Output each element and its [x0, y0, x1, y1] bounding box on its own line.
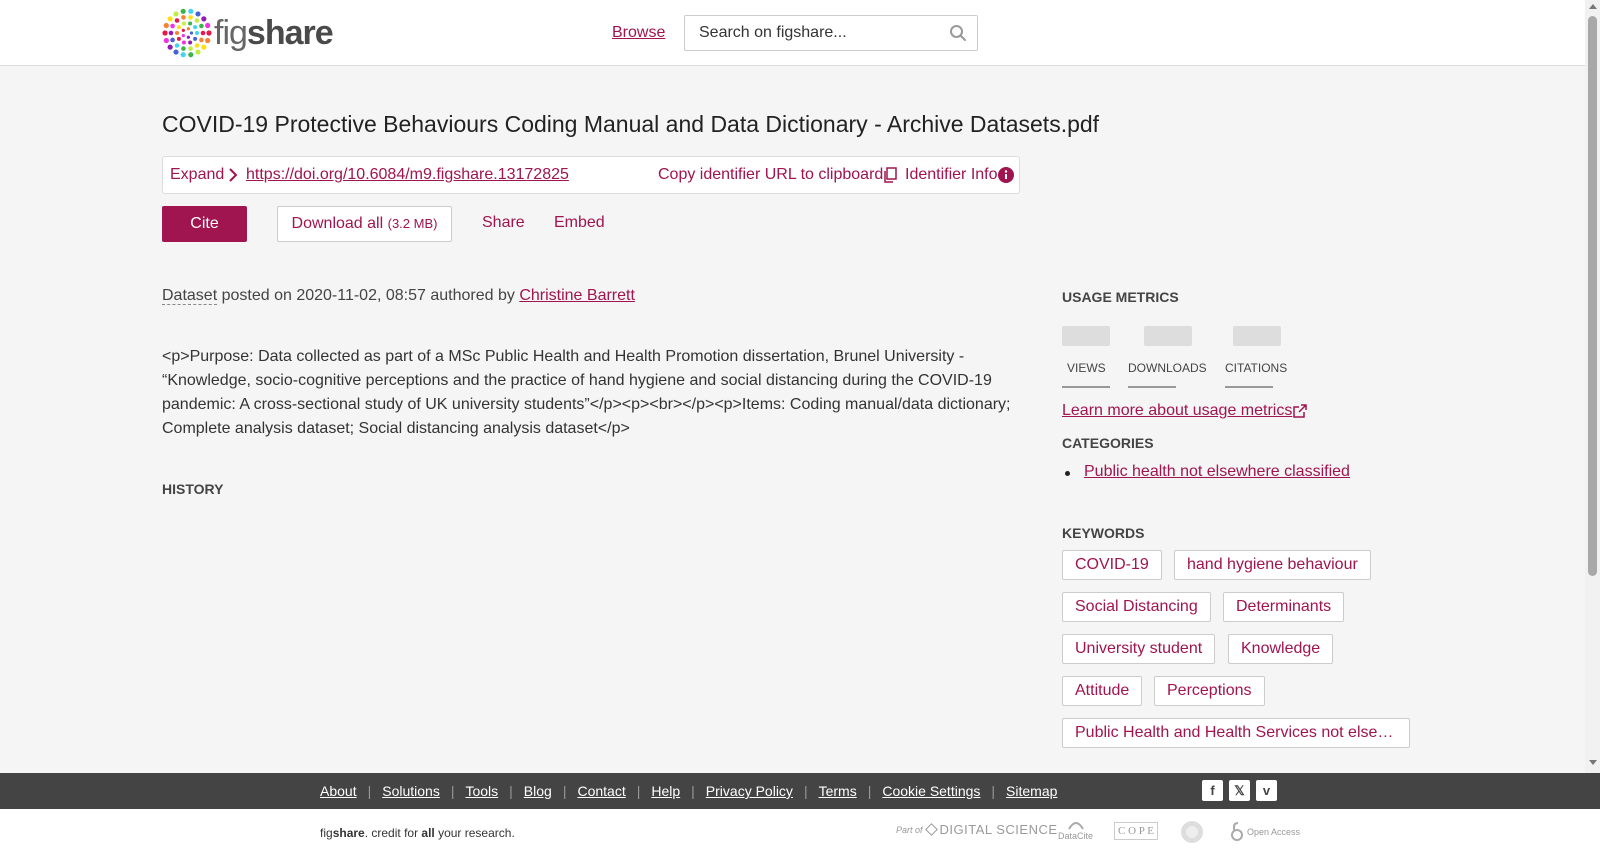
keyword-tag[interactable]: Social Distancing — [1062, 592, 1211, 622]
x-icon[interactable]: 𝕏 — [1229, 780, 1250, 801]
copy-identifier-label: Copy identifier URL to clipboard — [658, 166, 884, 183]
open-access-icon — [1231, 822, 1243, 841]
posted-date: 2020-11-02, 08:57 — [296, 287, 426, 304]
facebook-icon[interactable]: f — [1202, 780, 1223, 801]
identifier-bar: Expand https://doi.org/10.6084/m9.figsha… — [162, 156, 1020, 194]
item-type[interactable]: Dataset — [162, 287, 218, 305]
history-heading: HISTORY — [162, 481, 224, 497]
footer-link-tools[interactable]: Tools — [465, 783, 498, 799]
footer-separator: | — [367, 783, 372, 799]
keywords-heading: KEYWORDS — [1062, 525, 1145, 541]
digital-science-logo[interactable]: Part of DIGITAL SCIENCE — [896, 822, 1058, 837]
datacite-icon — [1067, 822, 1084, 830]
doi-link[interactable]: https://doi.org/10.6084/m9.figshare.1317… — [246, 166, 569, 184]
usage-metrics-heading: USAGE METRICS — [1062, 289, 1179, 305]
copy-icon — [884, 167, 898, 183]
list-bullet — [1065, 471, 1070, 476]
page-scrollbar[interactable] — [1585, 0, 1600, 773]
chevron-right-icon — [229, 168, 238, 182]
footer-tagline: figshare. credit for all your research. — [320, 826, 515, 840]
metric-underline — [1225, 386, 1273, 388]
metric-placeholder-bar — [1233, 326, 1281, 346]
categories-heading: CATEGORIES — [1062, 435, 1154, 451]
keyword-tag[interactable]: Attitude — [1062, 676, 1143, 706]
browse-link[interactable]: Browse — [612, 24, 665, 42]
download-size: (3.2 MB) — [387, 216, 438, 231]
scrollbar-thumb[interactable] — [1588, 16, 1597, 576]
keyword-tag[interactable]: Determinants — [1223, 592, 1345, 622]
footer-separator: | — [636, 783, 641, 799]
seal-icon[interactable] — [1180, 820, 1204, 844]
keyword-tag[interactable]: University student — [1062, 634, 1216, 664]
metric-label: DOWNLOADS — [1128, 361, 1207, 375]
download-all-label: Download all — [291, 215, 384, 232]
footer-separator: | — [803, 783, 808, 799]
footer-bottom: figshare. credit for all your research. … — [0, 809, 1600, 857]
datacite-logo[interactable]: DataCite — [1058, 817, 1093, 841]
logo-wordmark: figshare — [214, 14, 334, 52]
footer-separator: | — [509, 783, 513, 799]
authored-by-text: authored by — [425, 287, 520, 304]
embed-button[interactable]: Embed — [554, 214, 605, 232]
metric-label: VIEWS — [1067, 361, 1106, 375]
external-link-icon — [1293, 404, 1308, 418]
footer-separator: | — [867, 783, 872, 799]
identifier-info-label: Identifier Info — [905, 166, 998, 183]
download-all-button[interactable]: Download all (3.2 MB) — [277, 206, 452, 242]
posted-on-text: posted on — [217, 287, 297, 304]
metric-underline — [1062, 386, 1110, 388]
info-icon — [997, 167, 1014, 183]
cope-logo[interactable]: C O P E — [1114, 822, 1158, 840]
open-access-logo[interactable]: Open Access — [1230, 822, 1300, 842]
site-header: figshare Browse — [0, 0, 1585, 66]
keyword-tag[interactable]: COVID-19 — [1062, 550, 1162, 580]
expand-label: Expand — [170, 166, 225, 183]
identifier-info-button[interactable]: Identifier Info — [905, 166, 1014, 184]
footer-link-help[interactable]: Help — [651, 783, 680, 799]
posted-info: Dataset posted on 2020-11-02, 08:57 auth… — [162, 287, 635, 305]
search-input[interactable] — [686, 17, 936, 49]
footer-separator: | — [450, 783, 455, 799]
figshare-logo[interactable]: figshare — [162, 8, 334, 58]
footer-nav: About | Solutions | Tools | Blog | Contact | … — [0, 773, 1600, 809]
footer-link-contact[interactable]: Contact — [577, 783, 625, 799]
footer-links: About | Solutions | Tools | Blog | Contact | … — [320, 783, 1057, 799]
share-button[interactable]: Share — [482, 214, 525, 232]
footer-separator: | — [991, 783, 996, 799]
keyword-tag[interactable]: Knowledge — [1228, 634, 1334, 664]
digital-science-icon — [924, 823, 938, 836]
footer-separator: | — [691, 783, 695, 799]
category-link[interactable]: Public health not elsewhere classified — [1084, 463, 1350, 481]
learn-more-metrics-link[interactable]: Learn more about usage metrics — [1062, 402, 1308, 420]
keyword-tag[interactable]: Perceptions — [1154, 676, 1265, 706]
metric-underline — [1128, 386, 1176, 388]
search-box — [684, 15, 978, 51]
scroll-down-arrow-icon[interactable] — [1589, 760, 1597, 765]
footer-link-solutions[interactable]: Solutions — [382, 783, 440, 799]
footer-separator: | — [562, 783, 567, 799]
scroll-up-arrow-icon[interactable] — [1589, 4, 1597, 9]
keyword-tag[interactable]: hand hygiene behaviour — [1174, 550, 1371, 580]
search-icon[interactable] — [949, 24, 967, 47]
expand-identifier-button[interactable]: Expand — [170, 166, 238, 184]
keyword-tag[interactable]: Public Health and Health Services not el… — [1062, 718, 1410, 748]
copy-identifier-button[interactable]: Copy identifier URL to clipboard — [658, 166, 898, 184]
metric-label: CITATIONS — [1225, 361, 1288, 375]
learn-more-label: Learn more about usage metrics — [1062, 402, 1293, 419]
footer-link-cookie-settings[interactable]: Cookie Settings — [882, 783, 980, 799]
author-link[interactable]: Christine Barrett — [519, 287, 635, 304]
footer-link-about[interactable]: About — [320, 783, 357, 799]
social-links: f 𝕏 v — [1202, 780, 1277, 801]
footer-link-terms[interactable]: Terms — [819, 783, 857, 799]
metric-placeholder-bar — [1062, 326, 1110, 346]
figshare-logo-icon — [162, 8, 212, 58]
footer-link-privacy[interactable]: Privacy Policy — [706, 783, 793, 799]
footer-link-sitemap[interactable]: Sitemap — [1006, 783, 1057, 799]
cite-button[interactable]: Cite — [162, 206, 247, 242]
footer-link-blog[interactable]: Blog — [524, 783, 552, 799]
item-description: <p>Purpose: Data collected as part of a … — [162, 348, 1011, 437]
vimeo-icon[interactable]: v — [1256, 780, 1277, 801]
metric-placeholder-bar — [1144, 326, 1192, 346]
page-title: COVID-19 Protective Behaviours Coding Ma… — [162, 111, 1100, 137]
